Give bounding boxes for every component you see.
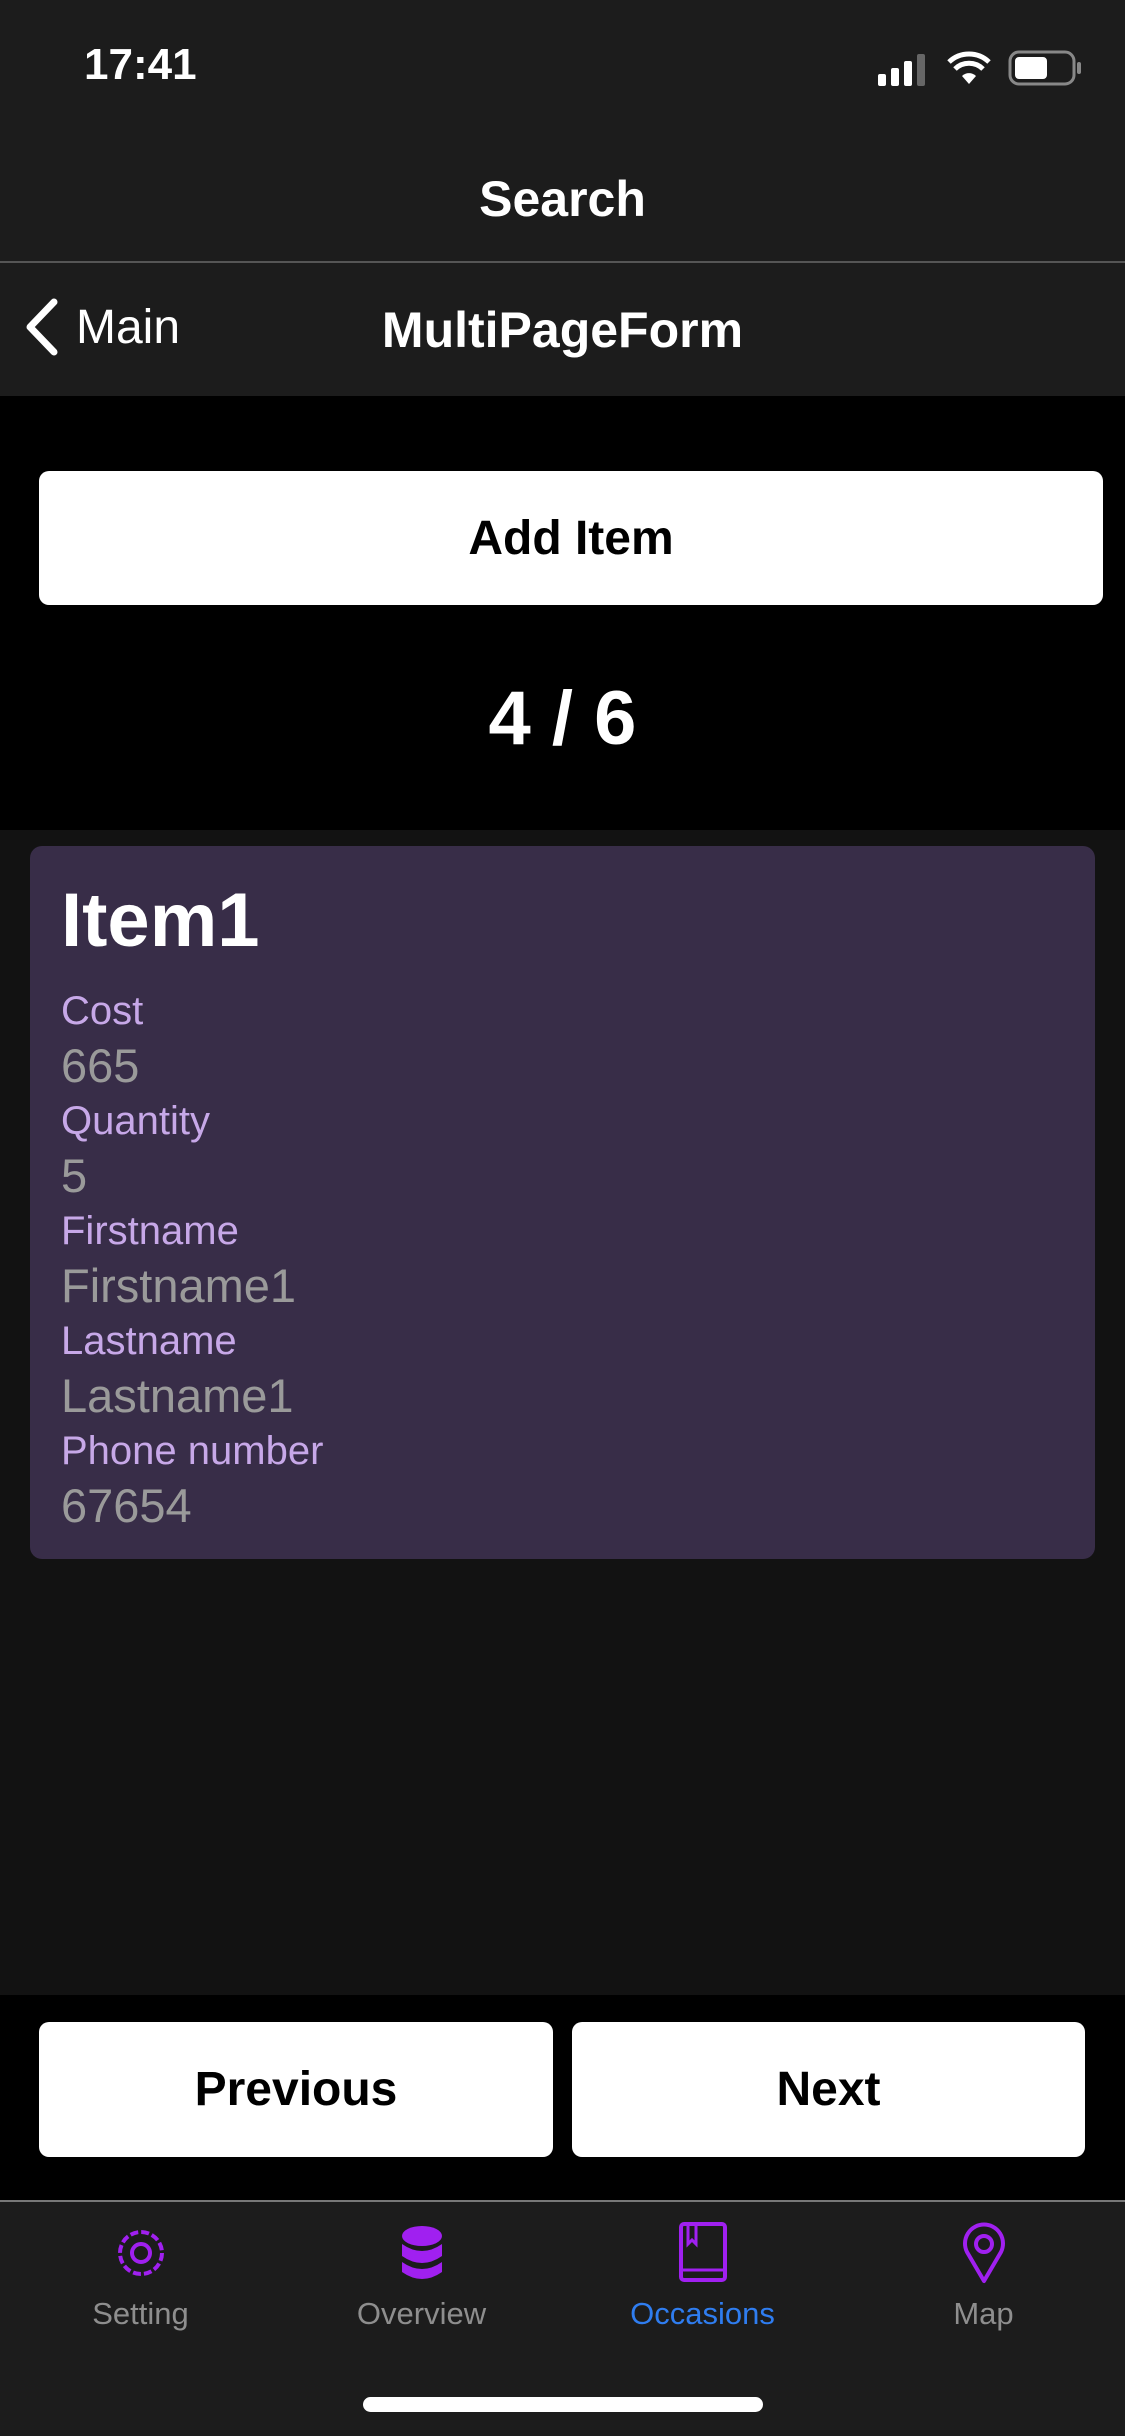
tab-label: Occasions <box>630 2296 775 2331</box>
home-indicator <box>363 2397 763 2412</box>
database-icon <box>401 2226 442 2279</box>
tab-label: Overview <box>356 2296 487 2331</box>
previous-button[interactable]: Previous <box>39 2022 553 2157</box>
status-time: 17:41 <box>84 40 197 89</box>
field-value: Firstname1 <box>61 1259 297 1312</box>
item-card: Item1 Cost 665 Quantity 5 Firstname Firs… <box>30 846 1095 1559</box>
item-title: Item1 <box>61 878 260 963</box>
book-icon <box>678 2222 727 2282</box>
field-label: Cost <box>61 989 144 1033</box>
tab-label: Setting <box>92 2296 189 2331</box>
battery-icon <box>1008 50 1081 86</box>
top-bar: 17:41 Search <box>0 0 1125 263</box>
add-item-button[interactable]: Add Item <box>39 471 1103 605</box>
field-label: Lastname <box>61 1319 237 1363</box>
tab-setting[interactable]: Setting <box>0 2222 281 2332</box>
tab-overview[interactable]: Overview <box>281 2222 562 2332</box>
map-pin-icon <box>962 2222 1005 2283</box>
page-indicator: 4 / 6 <box>488 676 637 761</box>
tab-occasions[interactable]: Occasions <box>562 2222 843 2332</box>
page-title: MultiPageForm <box>381 302 744 358</box>
field-label: Quantity <box>61 1099 210 1143</box>
field-value: 5 <box>61 1149 88 1202</box>
gear-icon <box>117 2230 164 2276</box>
wifi-icon <box>947 51 991 84</box>
screen-title: Search <box>479 171 646 227</box>
next-button[interactable]: Next <box>572 2022 1085 2157</box>
navigation-bar: Main MultiPageForm <box>0 263 1125 396</box>
field-value: Lastname1 <box>61 1369 294 1422</box>
field-label: Phone number <box>61 1429 324 1473</box>
field-value: 665 <box>61 1039 140 1092</box>
tab-label: Map <box>953 2296 1014 2331</box>
signal-icon <box>878 54 925 86</box>
tab-map[interactable]: Map <box>843 2222 1124 2332</box>
field-label: Firstname <box>61 1209 239 1253</box>
field-value: 67654 <box>61 1479 192 1532</box>
